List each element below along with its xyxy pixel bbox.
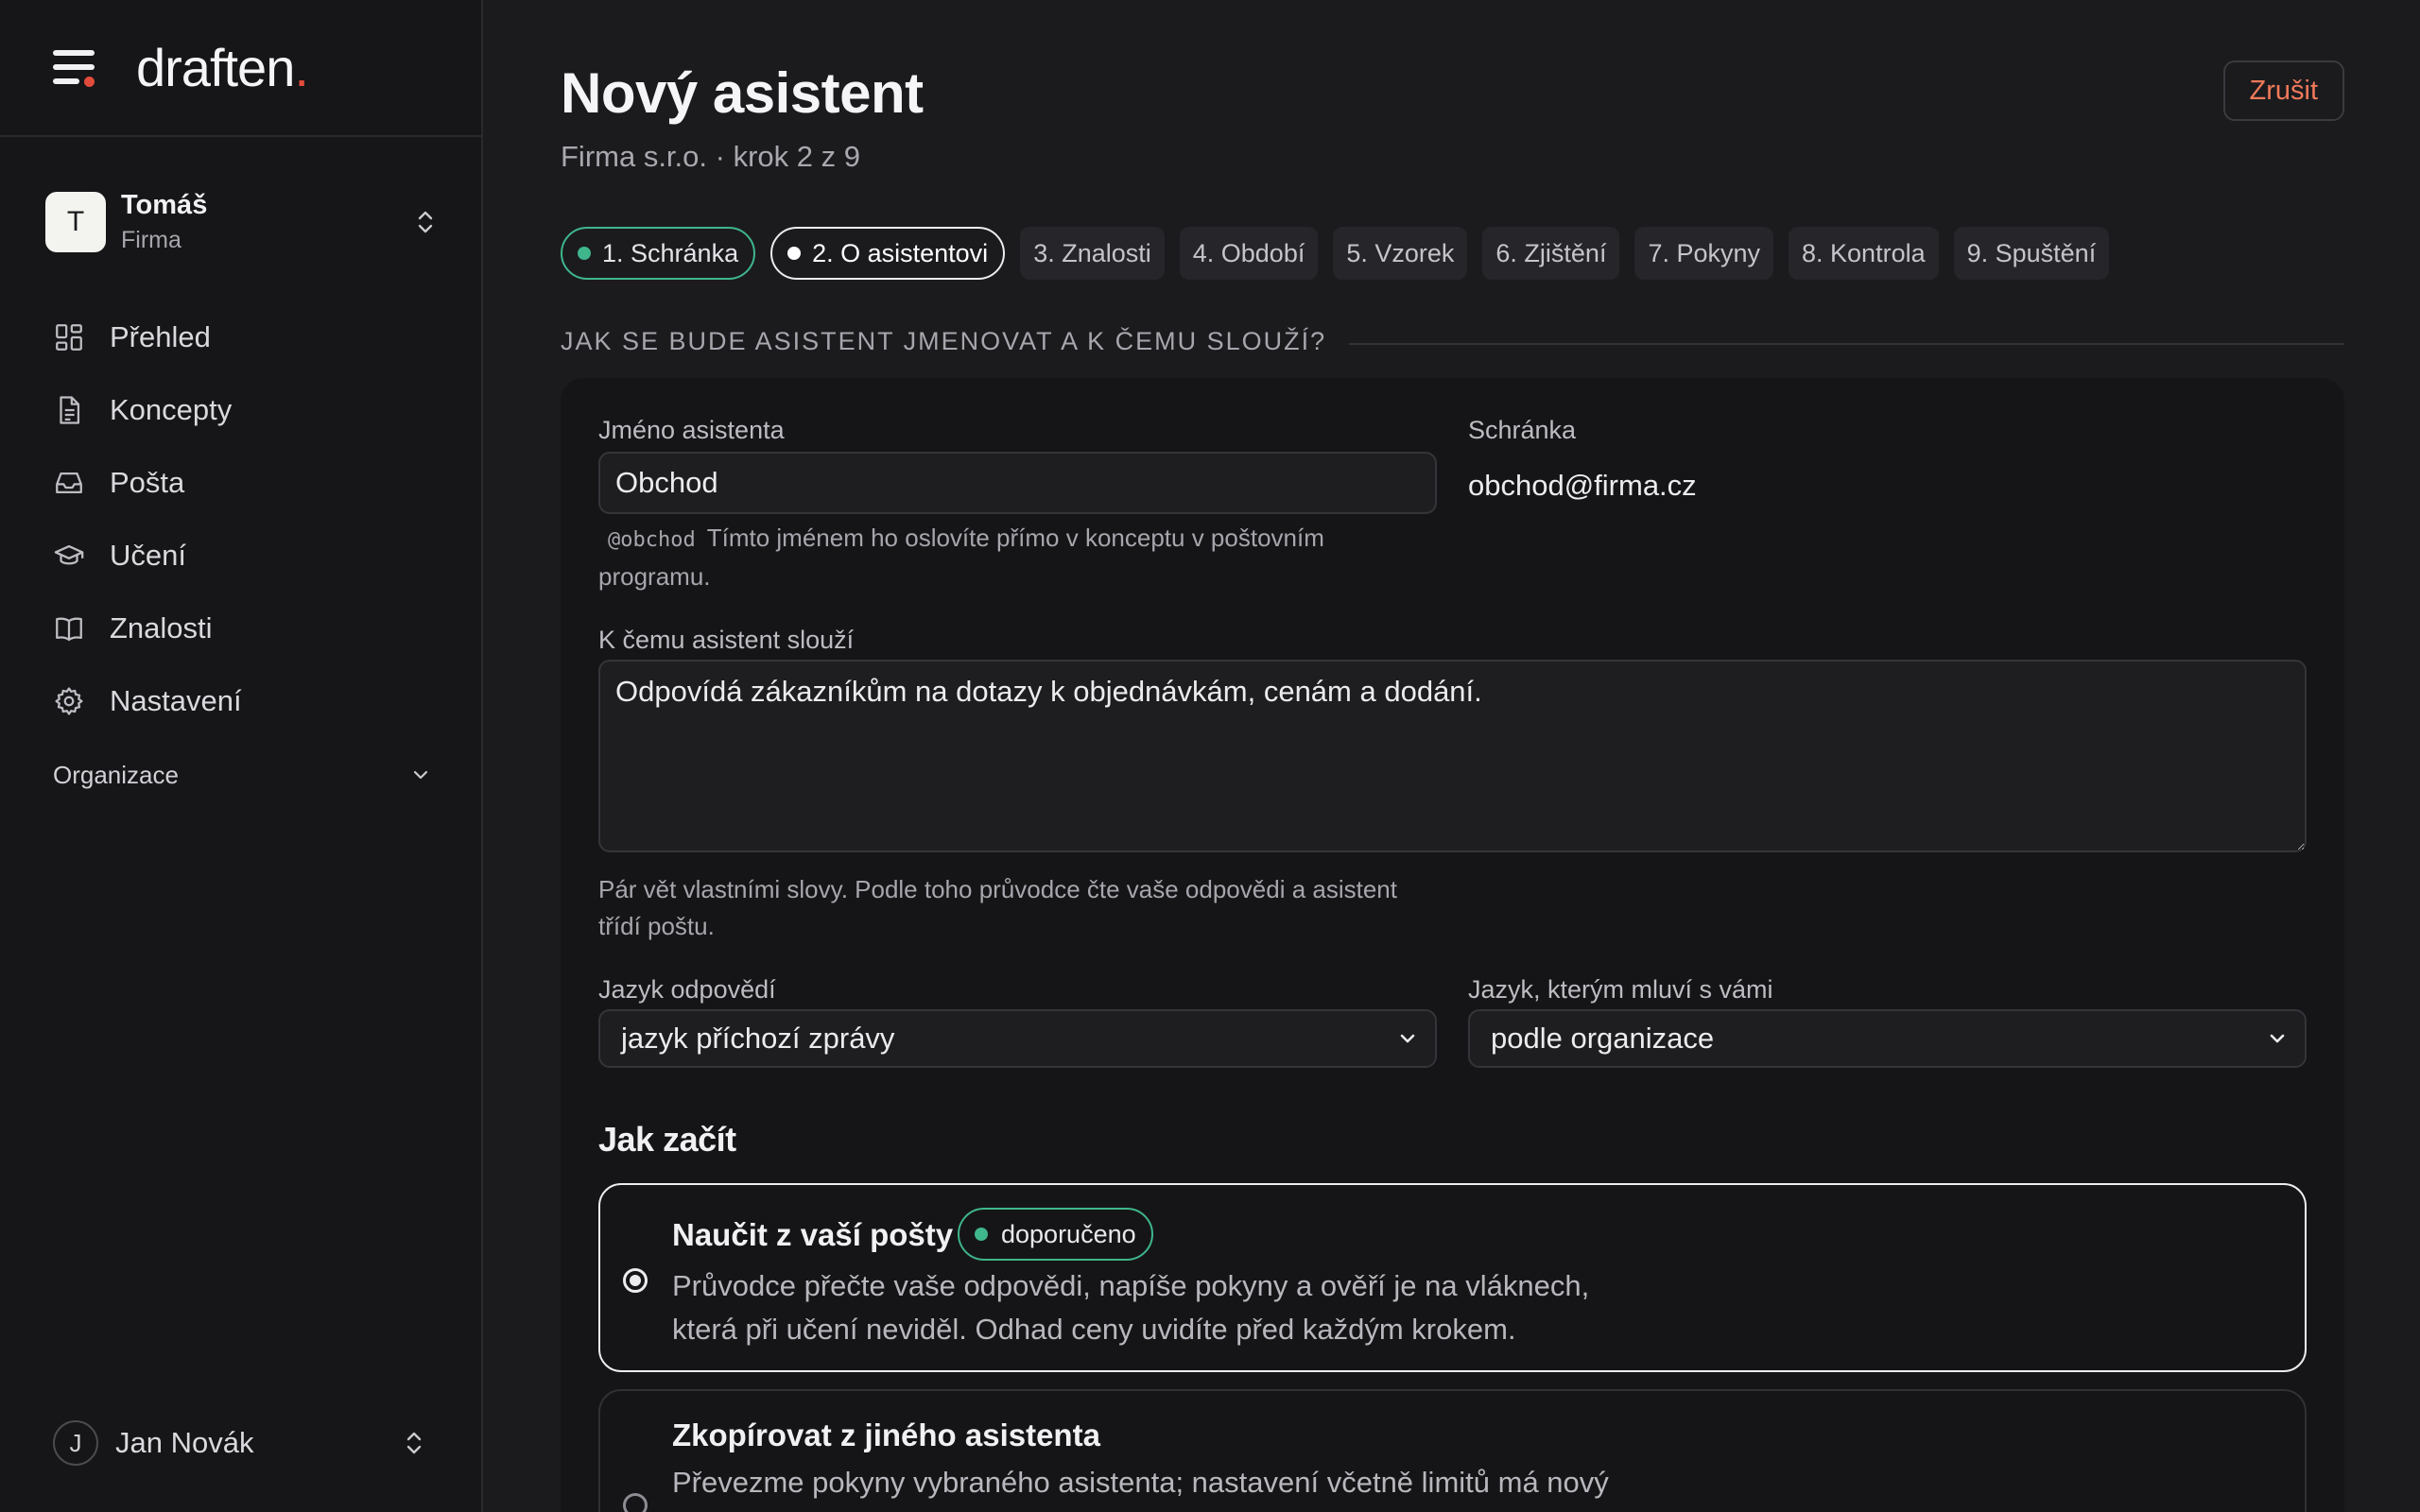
org-avatar: T bbox=[45, 192, 106, 252]
option-description: Průvodce přečte vaše odpovědi, napíše po… bbox=[672, 1264, 1589, 1351]
sidebar: draften. T Tomáš Firma Přehled Koncepty bbox=[0, 0, 483, 1512]
inbox-icon bbox=[56, 472, 82, 493]
reply-language-label: Jazyk odpovědí bbox=[598, 975, 776, 1004]
dashboard-icon bbox=[56, 323, 82, 351]
sidebar-item-koncepty[interactable]: Koncepty bbox=[53, 373, 431, 446]
reply-language-select[interactable]: jazyk příchozí zprávy bbox=[598, 1009, 1437, 1068]
step-label: 1. Schránka bbox=[602, 238, 739, 267]
avatar: J bbox=[53, 1420, 98, 1466]
section-header: JAK SE BUDE ASISTENT JMENOVAT A K ČEMU S… bbox=[561, 327, 2344, 356]
organization-section-label: Organizace bbox=[53, 760, 179, 789]
divider bbox=[1349, 342, 2344, 345]
cancel-button[interactable]: Zrušit bbox=[2222, 60, 2344, 121]
step-label: 4. Období bbox=[1192, 238, 1305, 267]
gear-icon bbox=[55, 686, 83, 715]
option-description-line: která při učení neviděl. Odhad ceny uvid… bbox=[672, 1313, 1516, 1346]
step-active-dot bbox=[787, 247, 802, 260]
user-switcher[interactable]: J Jan Novák bbox=[53, 1416, 431, 1470]
sidebar-item-label: Učení bbox=[110, 538, 186, 572]
brand-bar: draften. bbox=[0, 0, 481, 137]
step-label: 2. O asistentovi bbox=[812, 238, 989, 267]
recommended-badge: doporučeno bbox=[958, 1208, 1153, 1261]
step-label: 8. Kontrola bbox=[1802, 238, 1926, 267]
organization-section-toggle[interactable]: Organizace bbox=[53, 756, 431, 794]
chevron-down-icon bbox=[1400, 1034, 1415, 1043]
assistant-name-hint-text: Tímto jménem ho oslovíte přímo v koncept… bbox=[598, 524, 1324, 591]
assistant-handle: @obchod bbox=[608, 528, 696, 552]
sidebar-item-label: Pošta bbox=[110, 465, 185, 499]
book-icon bbox=[56, 617, 82, 641]
chevron-down-icon bbox=[413, 770, 428, 780]
mailbox-value: obchod@firma.cz bbox=[1468, 469, 1697, 502]
sidebar-item-nastaveni[interactable]: Nastavení bbox=[53, 664, 431, 737]
step-about-assistant[interactable]: 2. O asistentovi bbox=[770, 227, 1006, 280]
chevron-down-icon bbox=[2270, 1034, 2285, 1043]
badge-dot bbox=[975, 1228, 988, 1241]
ui-language-select[interactable]: podle organizace bbox=[1468, 1009, 2307, 1068]
org-switcher[interactable]: T Tomáš Firma bbox=[45, 189, 442, 255]
sidebar-item-label: Nastavení bbox=[110, 683, 242, 717]
menu-icon[interactable] bbox=[53, 49, 96, 87]
page-subtitle: Firma s.r.o. · krok 2 z 9 bbox=[561, 140, 860, 173]
radio-button[interactable] bbox=[623, 1493, 648, 1512]
step-mailbox[interactable]: 1. Schránka bbox=[561, 227, 756, 280]
badge-label: doporučeno bbox=[1001, 1219, 1136, 1248]
wizard-steps: 1. Schránka 2. O asistentovi 3. Znalosti… bbox=[561, 227, 2110, 280]
step-label: 6. Zjištění bbox=[1495, 238, 1607, 267]
step-review[interactable]: 8. Kontrola bbox=[1789, 227, 1939, 280]
step-launch[interactable]: 9. Spuštění bbox=[1953, 227, 2110, 280]
chevron-up-down-icon bbox=[418, 211, 433, 233]
start-option-copy-assistant[interactable]: Zkopírovat z jiného asistenta Převezme p… bbox=[598, 1389, 2307, 1512]
org-name: Tomáš bbox=[121, 190, 208, 220]
purpose-textarea[interactable]: Odpovídá zákazníkům na dotazy k objednáv… bbox=[598, 660, 2307, 852]
graduation-cap-icon bbox=[54, 544, 84, 564]
step-knowledge[interactable]: 3. Znalosti bbox=[1020, 227, 1165, 280]
chevron-up-down-icon bbox=[406, 1432, 422, 1454]
sidebar-item-label: Přehled bbox=[110, 319, 211, 353]
sidebar-item-label: Koncepty bbox=[110, 392, 233, 426]
ui-language-label: Jazyk, kterým mluví s vámi bbox=[1468, 975, 1773, 1004]
start-section-title: Jak začít bbox=[598, 1120, 736, 1159]
org-type: Firma bbox=[121, 227, 182, 253]
page-title: Nový asistent bbox=[561, 61, 924, 125]
assistant-name-input[interactable] bbox=[598, 452, 1437, 514]
option-description-line: Průvodce přečte vaše odpovědi, napíše po… bbox=[672, 1269, 1590, 1302]
step-label: 7. Pokyny bbox=[1648, 238, 1761, 267]
assistant-name-hint: @obchod Tímto jménem ho oslovíte přímo v … bbox=[598, 520, 1437, 595]
step-sample[interactable]: 5. Vzorek bbox=[1333, 227, 1468, 280]
option-description-line: Převezme pokyny vybraného asistenta; nas… bbox=[672, 1466, 1609, 1499]
logo[interactable]: draften. bbox=[136, 37, 309, 98]
option-title: Zkopírovat z jiného asistenta bbox=[672, 1418, 1100, 1452]
sidebar-item-znalosti[interactable]: Znalosti bbox=[53, 592, 431, 664]
user-name: Jan Novák bbox=[115, 1426, 254, 1459]
document-icon bbox=[60, 395, 80, 424]
section-title: JAK SE BUDE ASISTENT JMENOVAT A K ČEMU S… bbox=[561, 327, 1327, 355]
purpose-hint: Pár vět vlastními slovy. Podle toho prův… bbox=[598, 875, 1397, 940]
sidebar-item-uceni[interactable]: Učení bbox=[53, 519, 431, 592]
option-description: Převezme pokyny vybraného asistenta; nas… bbox=[672, 1461, 1609, 1504]
form-card: Jméno asistenta @obchodTímto jménem ho o… bbox=[561, 378, 2344, 1512]
ui-language-value: podle organizace bbox=[1491, 1022, 1715, 1055]
start-option-learn-from-mail[interactable]: Naučit z vaší pošty doporučeno Průvodce … bbox=[598, 1183, 2307, 1372]
step-findings[interactable]: 6. Zjištění bbox=[1482, 227, 1620, 280]
step-label: 9. Spuštění bbox=[1966, 238, 2097, 267]
step-label: 3. Znalosti bbox=[1033, 238, 1151, 267]
sidebar-item-posta[interactable]: Pošta bbox=[53, 446, 431, 519]
step-done-dot bbox=[578, 247, 591, 260]
sidebar-nav: Přehled Koncepty Pošta Učení Znalosti Na… bbox=[53, 301, 431, 737]
main-content: Nový asistent Firma s.r.o. · krok 2 z 9 … bbox=[485, 0, 2420, 1512]
option-title: Naučit z vaší pošty bbox=[672, 1217, 954, 1252]
radio-button-selected[interactable] bbox=[623, 1268, 648, 1293]
reply-language-value: jazyk příchozí zprávy bbox=[621, 1022, 895, 1055]
step-label: 5. Vzorek bbox=[1346, 238, 1455, 267]
step-period[interactable]: 4. Období bbox=[1179, 227, 1319, 280]
sidebar-item-prehled[interactable]: Přehled bbox=[53, 301, 431, 373]
sidebar-item-label: Znalosti bbox=[110, 610, 213, 644]
purpose-label: K čemu asistent slouží bbox=[598, 626, 855, 654]
step-instructions[interactable]: 7. Pokyny bbox=[1634, 227, 1774, 280]
mailbox-label: Schránka bbox=[1468, 416, 1577, 444]
assistant-name-label: Jméno asistenta bbox=[598, 416, 785, 444]
